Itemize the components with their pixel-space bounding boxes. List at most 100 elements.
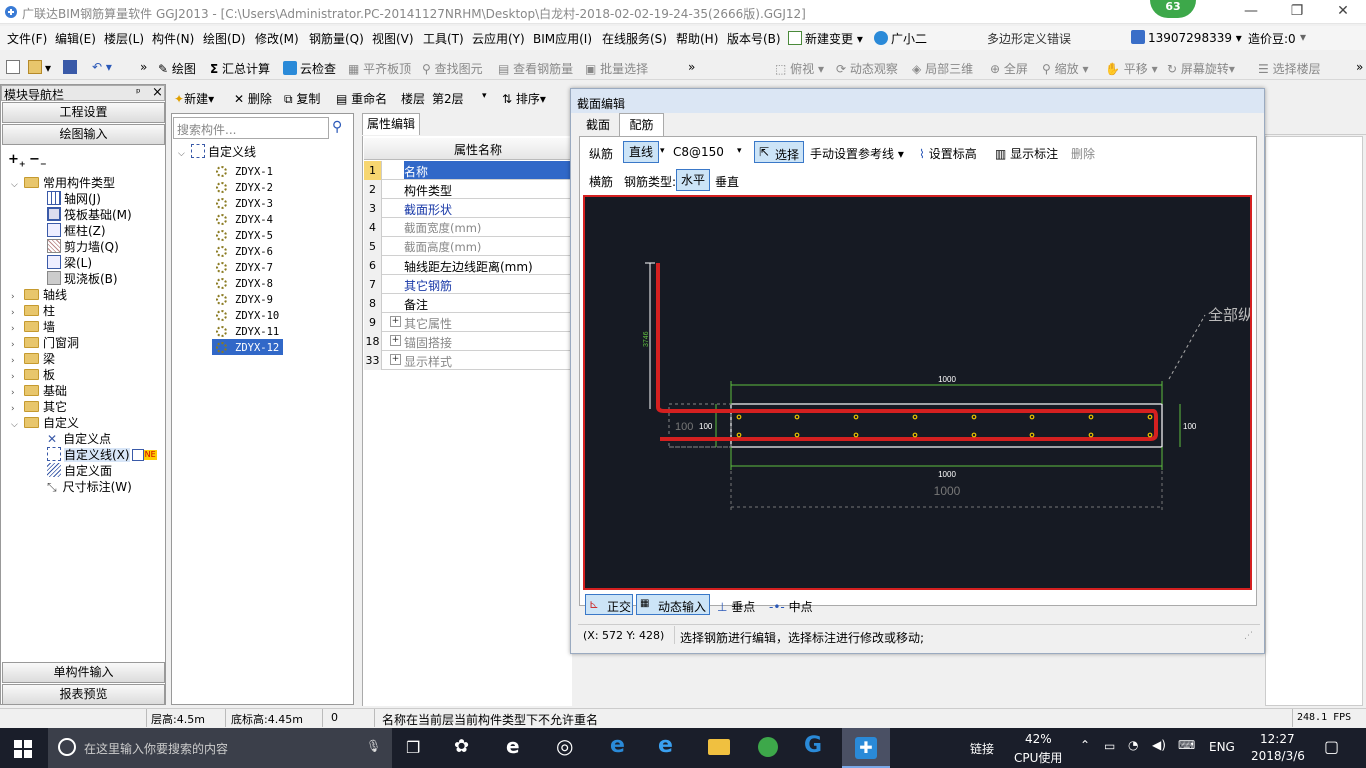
property-row[interactable]: 8 备注: [364, 294, 570, 313]
edge-icon[interactable]: e: [610, 733, 625, 758]
component-item[interactable]: ZDYX-3: [216, 195, 273, 211]
single-component-input-button[interactable]: 单构件输入: [2, 662, 165, 683]
save-icon[interactable]: [63, 60, 80, 75]
rebar-point[interactable]: [853, 414, 859, 420]
tree-group-openings[interactable]: › 门窗洞: [11, 335, 79, 351]
rebar-point[interactable]: [912, 414, 918, 420]
component-item[interactable]: ZDYX-11: [216, 323, 279, 339]
batch-select-button[interactable]: ▣ 批量选择: [585, 60, 648, 77]
keyboard-icon[interactable]: ⌨: [1178, 738, 1195, 752]
tab-reinforcement[interactable]: 配筋: [619, 113, 664, 137]
component-root[interactable]: ⌵ 自定义线: [178, 144, 256, 160]
component-item[interactable]: ZDYX-7: [216, 259, 273, 275]
tree-item-custom-point[interactable]: ✕ 自定义点: [47, 431, 111, 447]
orthogonal-button[interactable]: ⊾ 正交: [585, 594, 633, 615]
rebar-point[interactable]: [971, 414, 977, 420]
property-row[interactable]: 3 截面形状: [364, 199, 570, 218]
component-item[interactable]: ZDYX-8: [216, 275, 273, 291]
copy-component-button[interactable]: ⧉ 复制: [284, 90, 320, 107]
notification-badge[interactable]: 63: [1150, 0, 1196, 18]
select-button[interactable]: ⇱ 选择: [754, 141, 804, 163]
floor-select[interactable]: 第2层 ▾: [430, 88, 490, 107]
tree-item-beam[interactable]: 梁(L): [47, 255, 92, 271]
resize-grip-icon[interactable]: ⋰: [1244, 631, 1253, 641]
tab-section[interactable]: 截面: [580, 115, 616, 136]
find-element-button[interactable]: ⚲ 查找图元: [422, 60, 483, 77]
close-button[interactable]: ✕: [1320, 0, 1366, 24]
component-item[interactable]: ZDYX-10: [216, 307, 279, 323]
open-folder-icon[interactable]: ▾: [28, 60, 51, 75]
search-icon[interactable]: ⚲: [332, 119, 342, 135]
tree-item-slab[interactable]: 现浇板(B): [47, 271, 118, 287]
undo-icon[interactable]: ↶ ▾: [92, 60, 112, 74]
taskbar-link-label[interactable]: 链接: [970, 740, 994, 757]
line-dropdown-icon[interactable]: ▾: [660, 146, 665, 156]
rebar-point[interactable]: [1147, 414, 1153, 420]
tree-group-column[interactable]: › 柱: [11, 303, 55, 319]
rebar-point[interactable]: [1029, 432, 1035, 438]
tree-item-custom-face[interactable]: 自定义面: [47, 463, 112, 479]
overflow3-icon[interactable]: »: [1356, 60, 1363, 74]
show-label-button[interactable]: ▥ 显示标注: [995, 145, 1058, 162]
new-change-button[interactable]: 新建变更 ▾: [788, 30, 863, 47]
notifications-icon[interactable]: ▢: [1324, 737, 1339, 756]
tray-up-arrow-icon[interactable]: ⌃: [1080, 738, 1090, 752]
360-icon[interactable]: [758, 737, 778, 757]
property-row[interactable]: 4 截面宽度(mm): [364, 218, 570, 237]
menu-rebar-qty[interactable]: 钢筋量(Q): [309, 30, 364, 47]
property-row[interactable]: 2 构件类型: [364, 180, 570, 199]
battery-icon[interactable]: ▭: [1104, 739, 1115, 753]
menu-bim[interactable]: BIM应用(I): [533, 30, 592, 47]
rebar-point[interactable]: [1088, 432, 1094, 438]
rebar-spec-input[interactable]: C8@150 ▾: [669, 141, 746, 163]
component-item[interactable]: ZDYX-9: [216, 291, 273, 307]
restore-button[interactable]: ❐: [1274, 0, 1320, 24]
rebar-point[interactable]: [1088, 414, 1094, 420]
dialog-delete-button[interactable]: 删除: [1071, 145, 1095, 162]
menu-cloud[interactable]: 云应用(Y): [472, 30, 525, 47]
expand-all-icon[interactable]: ++: [8, 152, 26, 169]
property-row[interactable]: 1 名称: [364, 161, 570, 180]
property-row[interactable]: 7 其它钢筋: [364, 275, 570, 294]
tree-item-shear-wall[interactable]: 剪力墙(Q): [47, 239, 119, 255]
drawing-area[interactable]: [1265, 136, 1363, 706]
rebar-point[interactable]: [736, 432, 742, 438]
tree-group-beam[interactable]: › 梁: [11, 351, 55, 367]
menu-online[interactable]: 在线服务(S): [602, 30, 667, 47]
sort-button[interactable]: ⇅ 排序▾: [502, 90, 546, 107]
transverse-bar-button[interactable]: 横筋: [589, 173, 613, 190]
minimize-button[interactable]: —: [1228, 0, 1274, 24]
tree-group-wall[interactable]: › 墙: [11, 319, 55, 335]
menu-edit[interactable]: 编辑(E): [55, 30, 96, 47]
more-arrow-icon[interactable]: ▾: [1300, 30, 1306, 44]
rebar-point[interactable]: [912, 432, 918, 438]
line-mode-button[interactable]: 直线: [623, 141, 659, 163]
new-component-button[interactable]: ✦新建▾: [174, 90, 214, 107]
menu-version[interactable]: 版本号(B): [727, 30, 781, 47]
component-search-input[interactable]: 搜索构件...: [173, 117, 329, 139]
property-row[interactable]: 18 锚固搭接 +: [364, 332, 570, 351]
active-app-button[interactable]: ✚: [842, 728, 890, 768]
clock-time[interactable]: 12:27: [1260, 732, 1295, 746]
pin-icon[interactable]: ᵖ: [136, 86, 141, 99]
menu-file[interactable]: 文件(F): [7, 30, 47, 47]
overflow2-icon[interactable]: »: [688, 60, 695, 74]
overflow-icon[interactable]: »: [140, 60, 147, 74]
midpoint-button[interactable]: -•- 中点: [769, 598, 813, 615]
wifi-icon[interactable]: ◔: [1128, 738, 1138, 752]
menu-help[interactable]: 帮助(H): [676, 30, 718, 47]
component-item[interactable]: ZDYX-1: [216, 163, 273, 179]
collapse-all-icon[interactable]: −−: [29, 152, 47, 169]
task-view-icon[interactable]: ❐: [406, 738, 420, 757]
report-preview-button[interactable]: 报表预览: [2, 684, 165, 705]
menu-view[interactable]: 视图(V): [372, 30, 414, 47]
pinned-app-icon[interactable]: ✿: [454, 736, 469, 757]
dynamic-input-button[interactable]: ▦ 动态输入: [636, 594, 710, 615]
windows-start-icon[interactable]: [14, 740, 32, 758]
glodon-g-icon[interactable]: G: [804, 733, 822, 758]
tree-group-other[interactable]: › 其它: [11, 399, 67, 415]
cloud-check-button[interactable]: 云检查: [283, 60, 336, 77]
tree-group-slab[interactable]: › 板: [11, 367, 55, 383]
set-elevation-button[interactable]: ⌇ 设置标高: [919, 145, 977, 162]
input-language[interactable]: ENG: [1209, 740, 1235, 754]
